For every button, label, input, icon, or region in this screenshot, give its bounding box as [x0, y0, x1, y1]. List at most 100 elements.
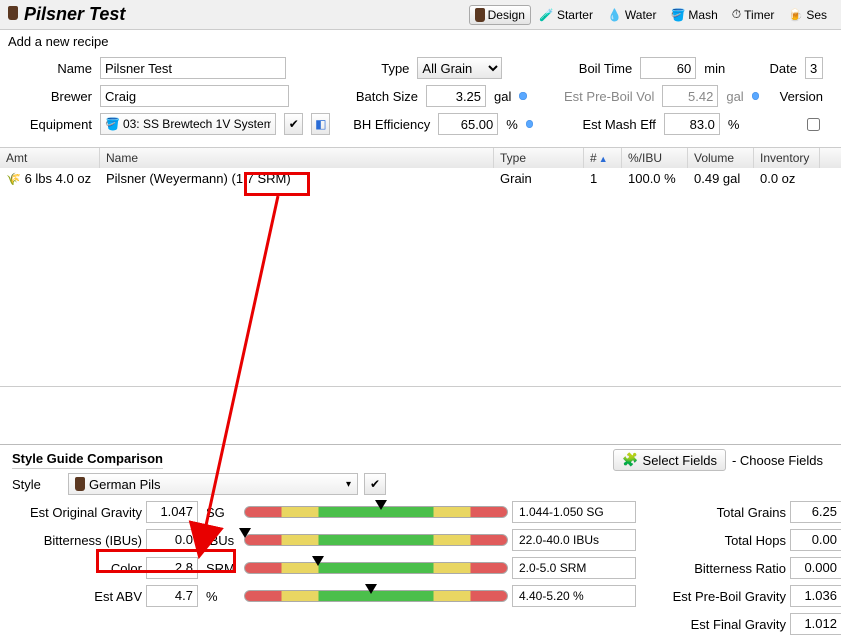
equipment-value: 03: SS Brewtech 1V System (Smal	[123, 117, 271, 131]
choose-fields-label: - Choose Fields	[732, 453, 823, 468]
name-label: Name	[18, 61, 92, 76]
cell-num: 1	[584, 168, 622, 189]
timer-icon: ⏱	[732, 7, 741, 22]
beer-glass-icon	[8, 6, 18, 23]
style-select[interactable]: German Pils ▾	[68, 473, 358, 495]
equipment-tool-button[interactable]: ✔︎	[284, 113, 303, 135]
info-dot-icon[interactable]	[752, 92, 759, 100]
og-label: Est Original Gravity	[12, 505, 142, 520]
equipment-scale-button[interactable]: ◧	[311, 113, 330, 135]
sort-asc-icon: ▲	[599, 154, 608, 164]
bitterness-ratio-value: 0.000	[790, 557, 841, 579]
col-name[interactable]: Name	[100, 148, 494, 168]
equipment-label: Equipment	[18, 117, 92, 132]
equipment-select[interactable]: 🪣 03: SS Brewtech 1V System (Smal	[100, 113, 276, 135]
cell-pct: 100.0 %	[622, 168, 688, 189]
cell-inv: 0.0 oz	[754, 168, 820, 189]
ibu-value: 0.0	[146, 529, 198, 551]
og-unit: SG	[206, 505, 240, 520]
batch-size-label: Batch Size	[314, 89, 418, 104]
color-range: 2.0-5.0 SRM	[512, 557, 636, 579]
type-select[interactable]: All Grain	[417, 57, 502, 79]
info-dot-icon[interactable]	[526, 120, 533, 128]
mash-eff-unit: %	[728, 117, 740, 132]
style-tool-button[interactable]: ✔︎	[364, 473, 386, 495]
col-vol[interactable]: Volume	[688, 148, 754, 168]
preboil-g-label: Est Pre-Boil Gravity	[646, 589, 786, 604]
og-range: 1.044-1.050 SG	[512, 501, 636, 523]
recipe-form: Name Type All Grain Boil Time min Date B…	[0, 55, 841, 147]
table-row[interactable]: 🌾 6 lbs 4.0 oz Pilsner (Weyermann) (1.7 …	[0, 168, 841, 189]
col-pct[interactable]: %/IBU	[622, 148, 688, 168]
date-input[interactable]	[805, 57, 823, 79]
tab-starter[interactable]: 🧪Starter	[533, 5, 599, 25]
flask-icon: 🧪	[539, 8, 554, 22]
og-marker-icon	[375, 500, 387, 510]
color-marker-icon	[312, 556, 324, 566]
color-range-bar	[244, 562, 508, 574]
preboil-input	[662, 85, 718, 107]
style-value: German Pils	[89, 477, 161, 492]
bh-eff-unit: %	[506, 117, 518, 132]
total-hops-label: Total Hops	[646, 533, 786, 548]
ingredients-table: Amt Name Type #▲ %/IBU Volume Inventory …	[0, 147, 841, 387]
preboil-label: Est Pre-Boil Vol	[546, 89, 654, 104]
batch-size-input[interactable]	[426, 85, 486, 107]
subtitle: Add a new recipe	[0, 30, 841, 55]
bh-eff-input[interactable]	[438, 113, 498, 135]
og-range-bar	[244, 506, 508, 518]
tab-mash-label: Mash	[688, 8, 717, 22]
total-hops-value: 0.00	[790, 529, 841, 551]
style-glass-icon	[75, 477, 85, 491]
tab-water[interactable]: 💧Water	[601, 5, 663, 25]
style-label: Style	[12, 477, 62, 492]
cell-srm: (1.7 SRM)	[231, 171, 290, 186]
select-fields-button[interactable]: 🧩Select Fields	[613, 449, 726, 471]
col-num[interactable]: #▲	[584, 148, 622, 168]
abv-range-bar	[244, 590, 508, 602]
tab-water-label: Water	[625, 8, 657, 22]
bitterness-ratio-label: Bitterness Ratio	[646, 561, 786, 576]
tab-session[interactable]: 🍺Ses	[782, 5, 833, 25]
abv-unit: %	[206, 589, 240, 604]
total-grains-value: 6.25	[790, 501, 841, 523]
col-amt[interactable]: Amt	[0, 148, 100, 168]
abv-label: Est ABV	[12, 589, 142, 604]
cell-name: Pilsner (Weyermann)	[106, 171, 228, 186]
locked-checkbox[interactable]	[807, 118, 820, 131]
version-label: Version	[767, 89, 823, 104]
style-guide-panel: Style Guide Comparison 🧩Select Fields - …	[0, 444, 841, 639]
brewer-input[interactable]	[100, 85, 289, 107]
type-label: Type	[349, 61, 409, 76]
mash-eff-input[interactable]	[664, 113, 720, 135]
cell-amt: 6 lbs 4.0 oz	[25, 171, 92, 186]
design-icon	[475, 8, 485, 22]
tab-starter-label: Starter	[557, 8, 593, 22]
boil-time-label: Boil Time	[544, 61, 632, 76]
boil-time-unit: min	[704, 61, 725, 76]
col-type[interactable]: Type	[494, 148, 584, 168]
abv-value: 4.7	[146, 585, 198, 607]
og-value: 1.047	[146, 501, 198, 523]
tab-design[interactable]: Design	[469, 5, 531, 25]
select-fields-label: Select Fields	[643, 453, 717, 468]
name-input[interactable]	[100, 57, 286, 79]
col-inv[interactable]: Inventory	[754, 148, 820, 168]
tab-timer-label: Timer	[744, 8, 774, 22]
mash-eff-label: Est Mash Eff	[564, 117, 656, 132]
mash-icon: 🪣	[670, 8, 685, 22]
boil-time-input[interactable]	[640, 57, 696, 79]
batch-size-unit: gal	[494, 89, 511, 104]
date-label: Date	[757, 61, 797, 76]
tab-timer[interactable]: ⏱Timer	[726, 4, 781, 25]
final-g-value: 1.012	[790, 613, 841, 635]
tab-mash[interactable]: 🪣Mash	[664, 5, 723, 25]
ibu-unit: IBUs	[206, 533, 240, 548]
equipment-icon: 🪣	[105, 117, 120, 131]
tab-design-label: Design	[488, 8, 525, 22]
chevron-down-icon: ▾	[346, 479, 351, 490]
session-icon: 🍺	[788, 8, 803, 22]
color-unit: SRM	[206, 561, 240, 576]
info-dot-icon[interactable]	[519, 92, 526, 100]
abv-marker-icon	[365, 584, 377, 594]
